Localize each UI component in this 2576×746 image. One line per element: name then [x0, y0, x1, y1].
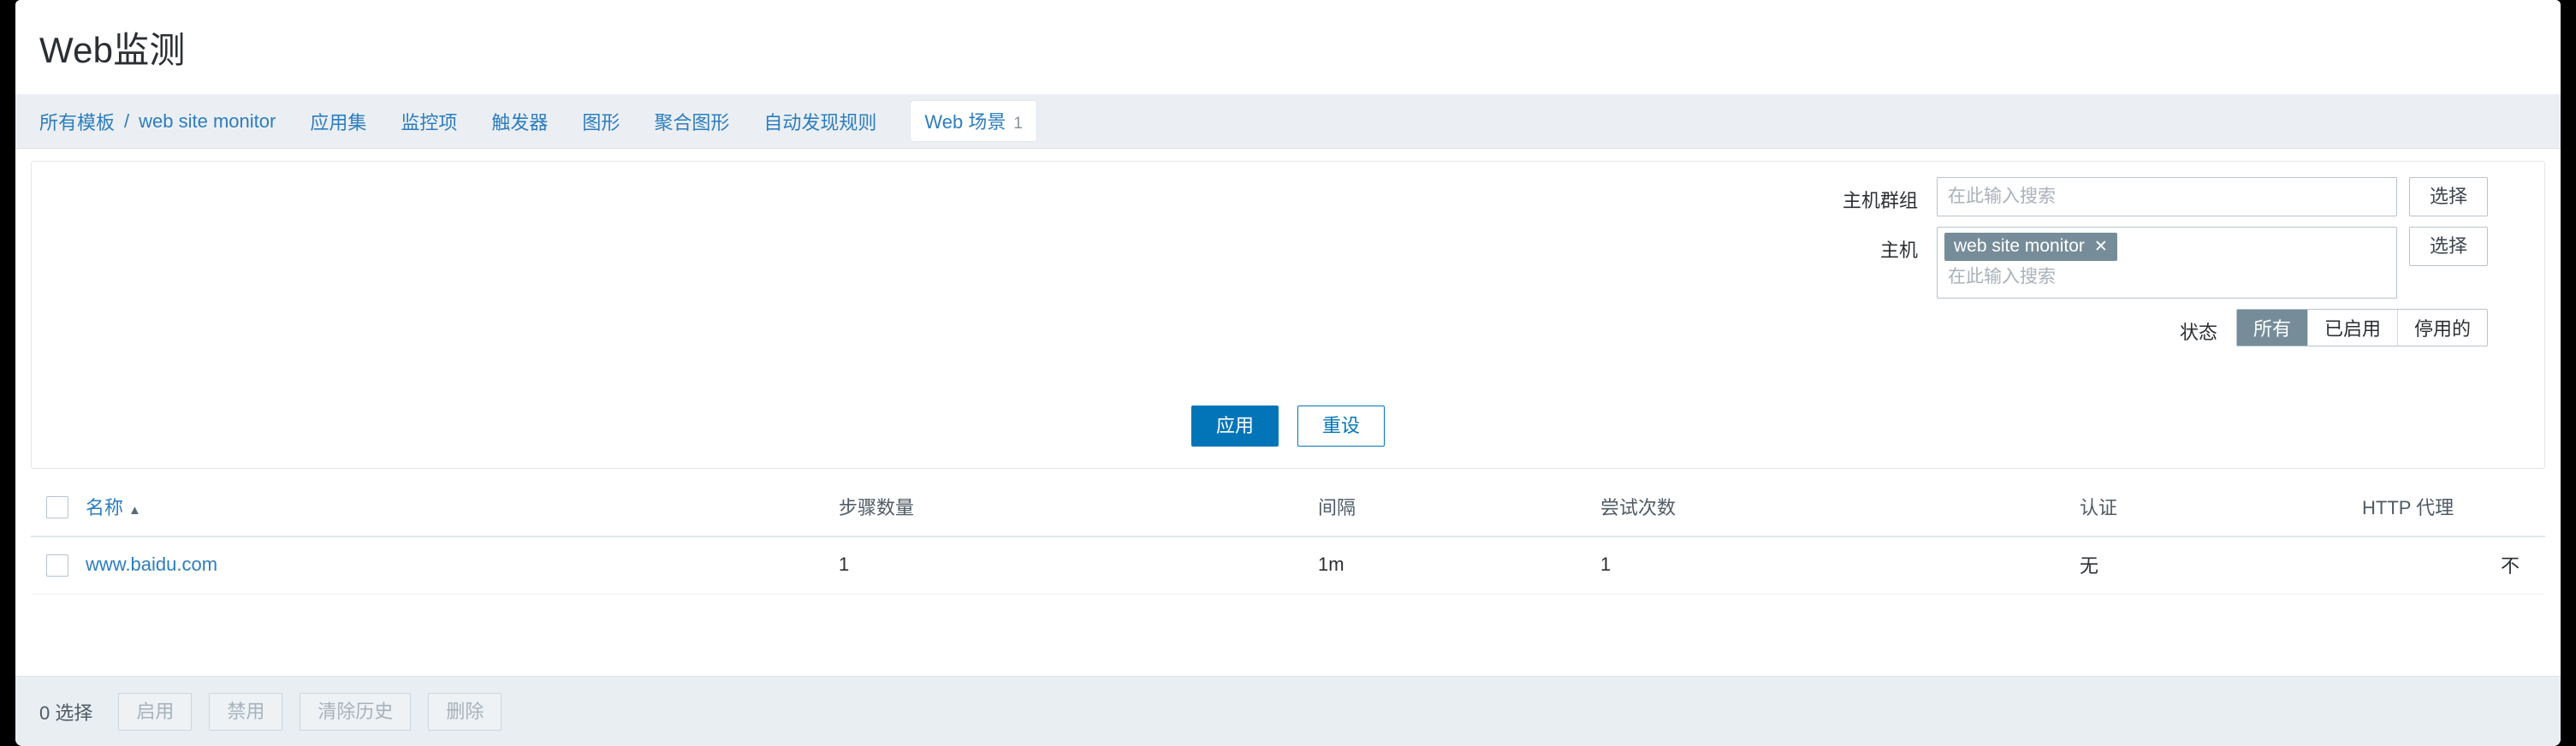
- column-header-name-link[interactable]: 名称: [86, 497, 123, 518]
- table-body: www.baidu.com 1 1m 1 无 不: [31, 536, 2545, 595]
- disable-button[interactable]: 禁用: [209, 692, 283, 731]
- row-checkbox[interactable]: [46, 554, 68, 577]
- status-option-all[interactable]: 所有: [2236, 310, 2308, 346]
- enable-button[interactable]: 启用: [118, 692, 193, 731]
- host-group-select-button[interactable]: 选择: [2409, 177, 2488, 216]
- table-row: www.baidu.com 1 1m 1 无 不: [31, 536, 2545, 595]
- column-header-name[interactable]: 名称 ▲: [86, 479, 839, 537]
- host-select-button[interactable]: 选择: [2409, 227, 2488, 266]
- page-header: Web监测: [15, 0, 2561, 94]
- filter-panel: 主机群组 在此输入搜索 选择 主机 web site monitor ✕ 在此输…: [31, 161, 2545, 469]
- scenario-table: 名称 ▲ 步骤数量 间隔 尝试次数 认证 HTTP 代理 www.baidu.co…: [31, 479, 2545, 595]
- status-option-enabled[interactable]: 已启用: [2307, 310, 2398, 346]
- tab-applications[interactable]: 应用集: [310, 108, 366, 135]
- tab-web-scenarios-count: 1: [1013, 115, 1023, 133]
- bulk-action-bar: 0 选择 启用 禁用 清除历史 删除: [15, 676, 2561, 746]
- status-label: 状态: [2179, 322, 2217, 343]
- column-header-steps: 步骤数量: [839, 479, 1318, 537]
- sort-ascending-icon: ▲: [128, 503, 141, 518]
- row-auth-cell: 无: [2080, 536, 2362, 595]
- tab-screens[interactable]: 聚合图形: [654, 108, 729, 135]
- column-header-interval: 间隔: [1318, 479, 1600, 537]
- table-header-row: 名称 ▲ 步骤数量 间隔 尝试次数 认证 HTTP 代理: [31, 479, 2545, 537]
- row-select-cell: [31, 536, 86, 595]
- delete-button[interactable]: 删除: [428, 692, 502, 731]
- row-interval-cell: 1m: [1318, 536, 1600, 595]
- column-header-proxy: HTTP 代理: [2362, 479, 2545, 537]
- filter-section: 主机群组 在此输入搜索 选择 主机 web site monitor ✕ 在此输…: [15, 149, 2561, 469]
- reset-button[interactable]: 重设: [1297, 406, 1386, 447]
- host-group-label: 主机群组: [1842, 190, 1918, 211]
- scenario-name-link[interactable]: www.baidu.com: [86, 554, 217, 575]
- apply-button[interactable]: 应用: [1190, 406, 1279, 447]
- tab-graphs[interactable]: 图形: [582, 108, 620, 135]
- tab-web-scenarios-label: Web 场景: [924, 111, 1006, 133]
- column-header-auth: 认证: [2080, 479, 2362, 537]
- tab-items[interactable]: 监控项: [401, 108, 457, 135]
- row-proxy-cell: 不: [2362, 536, 2545, 595]
- breadcrumb-all-templates[interactable]: 所有模板: [39, 108, 115, 135]
- host-group-input[interactable]: 在此输入搜索: [1937, 177, 2397, 216]
- filter-row-status: 状态 所有 已启用 停用的: [2048, 309, 2488, 346]
- host-placeholder: 在此输入搜索: [1948, 267, 2056, 287]
- select-all-header: [31, 479, 86, 537]
- status-option-disabled[interactable]: 停用的: [2397, 310, 2487, 346]
- host-group-placeholder: 在此输入搜索: [1948, 186, 2056, 206]
- row-steps-cell: 1: [839, 536, 1318, 595]
- breadcrumb-separator: /: [124, 110, 130, 132]
- selected-count: 0 选择: [39, 702, 93, 724]
- tab-web-scenarios[interactable]: Web 场景 1: [911, 101, 1036, 141]
- breadcrumb: 所有模板 / web site monitor 应用集 监控项 触发器 图形 聚…: [15, 94, 2561, 149]
- host-label: 主机: [1879, 240, 1918, 261]
- row-attempts-cell: 1: [1600, 536, 2080, 595]
- filter-fields: 主机群组 在此输入搜索 选择 主机 web site monitor ✕ 在此输…: [1748, 177, 2488, 357]
- host-chip-label: web site monitor: [1954, 236, 2085, 256]
- tab-discovery-rules[interactable]: 自动发现规则: [763, 108, 876, 135]
- breadcrumb-path: 所有模板 / web site monitor: [39, 108, 276, 135]
- clear-history-button[interactable]: 清除历史: [300, 692, 412, 731]
- status-radio-group[interactable]: 所有 已启用 停用的: [2235, 309, 2488, 346]
- table-head: 名称 ▲ 步骤数量 间隔 尝试次数 认证 HTTP 代理: [31, 479, 2545, 537]
- close-icon[interactable]: ✕: [2094, 239, 2108, 255]
- page-title: Web监测: [39, 29, 186, 70]
- select-all-checkbox[interactable]: [46, 495, 68, 518]
- host-input[interactable]: web site monitor ✕ 在此输入搜索: [1937, 227, 2397, 299]
- filter-row-host: 主机 web site monitor ✕ 在此输入搜索 选择: [1748, 227, 2488, 299]
- column-header-attempts: 尝试次数: [1600, 479, 2080, 537]
- row-name-cell: www.baidu.com: [86, 536, 839, 595]
- app-page: Web监测 所有模板 / web site monitor 应用集 监控项 触发…: [15, 0, 2561, 746]
- host-chip[interactable]: web site monitor ✕: [1944, 233, 2117, 261]
- breadcrumb-template-name[interactable]: web site monitor: [139, 110, 276, 133]
- filter-row-host-group: 主机群组 在此输入搜索 选择: [1748, 177, 2488, 216]
- scenario-table-section: 名称 ▲ 步骤数量 间隔 尝试次数 认证 HTTP 代理 www.baidu.co…: [15, 469, 2561, 676]
- filter-actions: 应用 重设: [32, 384, 2544, 468]
- tab-triggers[interactable]: 触发器: [491, 108, 548, 135]
